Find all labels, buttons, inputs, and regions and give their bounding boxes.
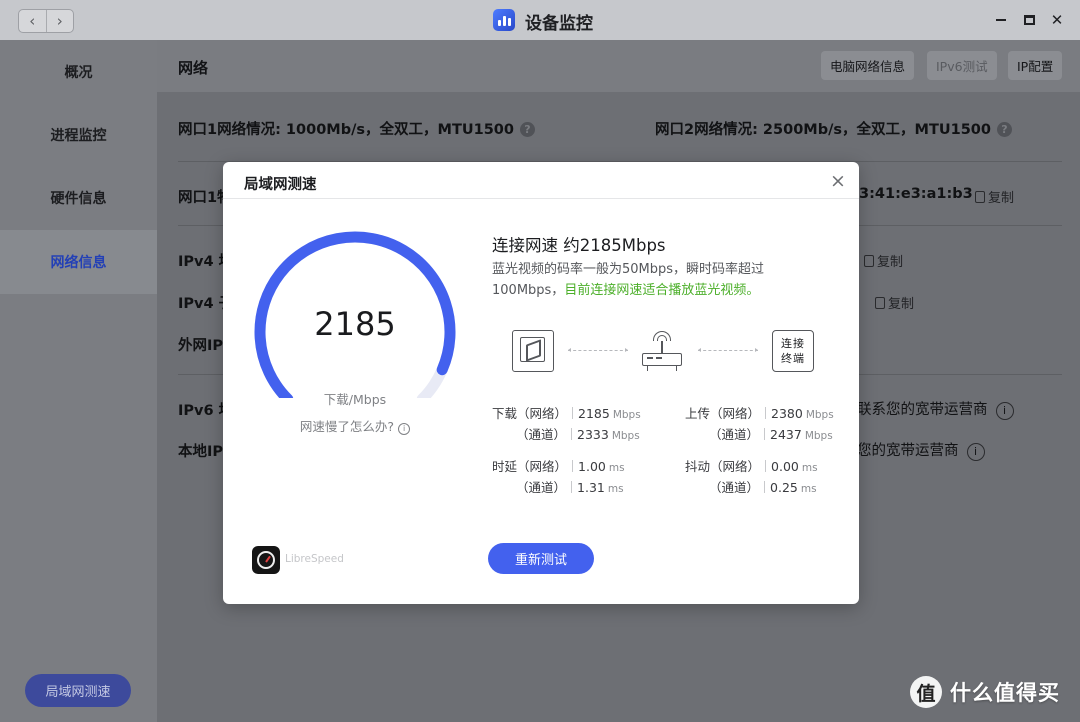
pc-network-info-button[interactable]: 电脑网络信息 (821, 51, 915, 80)
sidebar-item-hardware[interactable]: 硬件信息 (0, 166, 157, 230)
chevron-left-icon: ‹ (29, 12, 36, 30)
speed-test-dialog: 局域网测速 × 2185 下载/Mbps 网速慢了怎么办? i 连接网速 约218… (223, 162, 859, 604)
slow-network-help-link[interactable]: 网速慢了怎么办? i (255, 416, 455, 435)
nav-buttons: ‹ › (18, 9, 74, 33)
forward-button[interactable]: › (45, 10, 74, 32)
close-icon: ✕ (1050, 11, 1064, 29)
close-window-button[interactable]: ✕ (1048, 11, 1066, 29)
info-icon: i (398, 423, 411, 435)
row-label: 外网IP (178, 338, 224, 354)
copy-icon (864, 255, 874, 267)
connection-speed-title: 连接网速 约2185Mbps (492, 236, 666, 255)
copy-button[interactable]: 复制 (864, 251, 903, 270)
info-icon[interactable]: i (966, 443, 985, 461)
copy-button[interactable]: 复制 (875, 293, 914, 312)
ip-config-button[interactable]: IP配置 (1008, 51, 1063, 80)
isp-hint: 联系您的宽带运营商 i (857, 398, 1014, 420)
watermark-logo-icon: 值 (910, 676, 942, 708)
help-icon[interactable]: ? (996, 122, 1012, 137)
connected-terminal-icon: 连接终端 (772, 330, 814, 372)
maximize-button[interactable] (1020, 11, 1038, 29)
connection-description: 蓝光视频的码率一般为50Mbps，瞬时码率超过100Mbps，目前连接网速适合播… (492, 262, 765, 298)
close-icon: × (830, 170, 846, 192)
copy-icon (875, 297, 885, 309)
powered-by-text: LibreSpeed (285, 553, 344, 565)
port1-status: 网口1网络情况: 1000Mb/s，全双工，MTU1500? (178, 118, 535, 139)
gauge-unit: 下载/Mbps (323, 392, 387, 407)
network-topology: 连接终端 (512, 330, 814, 374)
isp-hint: 您的宽带运营商 i (857, 439, 985, 461)
row-label: 本地IP (178, 444, 224, 460)
link-line (568, 348, 628, 352)
back-button[interactable]: ‹ (19, 10, 46, 32)
copy-button[interactable]: 复制 (975, 187, 1014, 206)
title-bar: ‹ › 设备监控 ✕ (0, 0, 1080, 40)
jitter-net-stat: 抖动（网络） 0.00 ms (685, 459, 818, 474)
sidebar: 概况 进程监控 硬件信息 网络信息 (0, 40, 157, 722)
mac-address-tail: 3:41:e3:a1:b3 (859, 186, 973, 202)
nas-device-icon (512, 330, 554, 372)
link-line (698, 348, 758, 352)
download-chan-stat: （通道） 2333 Mbps (516, 427, 640, 442)
sidebar-item-overview[interactable]: 概况 (0, 40, 157, 104)
watermark: 值 什么值得买 (910, 676, 1060, 708)
minimize-icon (996, 19, 1006, 21)
page-title: 网络 (178, 59, 209, 77)
upload-chan-stat: （通道） 2437 Mbps (709, 427, 833, 442)
gauge-value: 2185 (314, 305, 396, 343)
sidebar-item-network[interactable]: 网络信息 (0, 230, 157, 294)
download-net-stat: 下载（网络） 2185 Mbps (492, 406, 641, 421)
suitability-note: 目前连接网速适合播放蓝光视频。 (564, 283, 760, 298)
port2-status: 网口2网络情况: 2500Mb/s，全双工，MTU1500? (655, 118, 1012, 139)
latency-chan-stat: （通道） 1.31 ms (516, 480, 624, 495)
maximize-icon (1023, 15, 1035, 25)
sidebar-item-process[interactable]: 进程监控 (0, 103, 157, 167)
ipv6-test-button[interactable]: IPv6测试 (927, 51, 997, 80)
chevron-right-icon: › (56, 12, 63, 30)
retest-button[interactable]: 重新测试 (488, 543, 594, 574)
main-header: 网络 电脑网络信息 IPv6测试 IP配置 (157, 40, 1080, 92)
latency-net-stat: 时延（网络） 1.00 ms (492, 459, 625, 474)
router-icon (642, 330, 684, 374)
dialog-header: 局域网测速 × (223, 162, 859, 199)
upload-net-stat: 上传（网络） 2380 Mbps (685, 406, 834, 421)
dialog-title: 局域网测速 (244, 177, 317, 193)
jitter-chan-stat: （通道） 0.25 ms (709, 480, 817, 495)
watermark-text: 什么值得买 (950, 681, 1060, 705)
help-icon[interactable]: ? (519, 122, 535, 137)
copy-icon (975, 191, 985, 203)
info-icon[interactable]: i (995, 402, 1014, 420)
lan-speed-test-button[interactable]: 局域网测速 (25, 674, 131, 707)
dialog-close-button[interactable]: × (829, 170, 847, 192)
monitor-app-icon (493, 9, 515, 31)
librespeed-logo-icon (252, 546, 280, 574)
minimize-button[interactable] (992, 11, 1010, 29)
window-title: 设备监控 (525, 14, 593, 34)
